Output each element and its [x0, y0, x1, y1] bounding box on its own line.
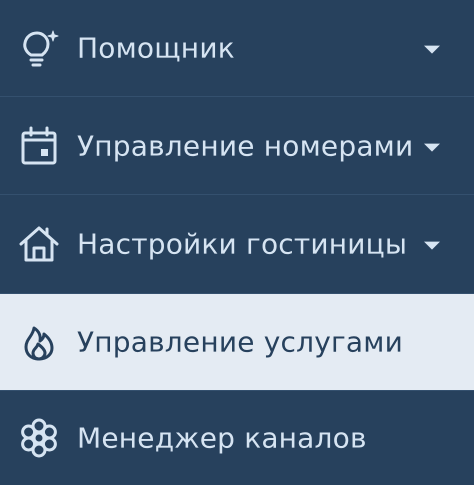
chevron-down-icon[interactable] — [424, 143, 440, 152]
lightbulb-sparkle-icon — [17, 26, 61, 70]
sidebar-item-service-management[interactable]: Управление услугами — [0, 294, 474, 390]
sidebar-item-hotel-settings[interactable]: Настройки гостиницы — [0, 195, 474, 293]
chevron-down-icon[interactable] — [424, 241, 440, 250]
sidebar-item-label: Управление номерами — [77, 129, 414, 162]
calendar-icon — [17, 124, 61, 168]
home-icon — [17, 222, 61, 266]
chevron-down-icon[interactable] — [424, 45, 440, 54]
sidebar-item-assistant[interactable]: Помощник — [0, 0, 474, 96]
sidebar-item-label: Настройки гостиницы — [77, 227, 408, 261]
sidebar-menu: Помощник Управление номерами Настройки г… — [0, 0, 474, 485]
sidebar-item-label: Менеджер каналов — [77, 421, 367, 455]
flame-icon — [17, 320, 61, 364]
sidebar-item-channel-manager[interactable]: Менеджер каналов — [0, 391, 474, 485]
sidebar-item-label: Управление услугами — [77, 325, 403, 359]
sidebar-item-room-management[interactable]: Управление номерами — [0, 97, 474, 194]
network-flower-icon — [17, 416, 61, 460]
sidebar-item-label: Помощник — [77, 31, 235, 65]
